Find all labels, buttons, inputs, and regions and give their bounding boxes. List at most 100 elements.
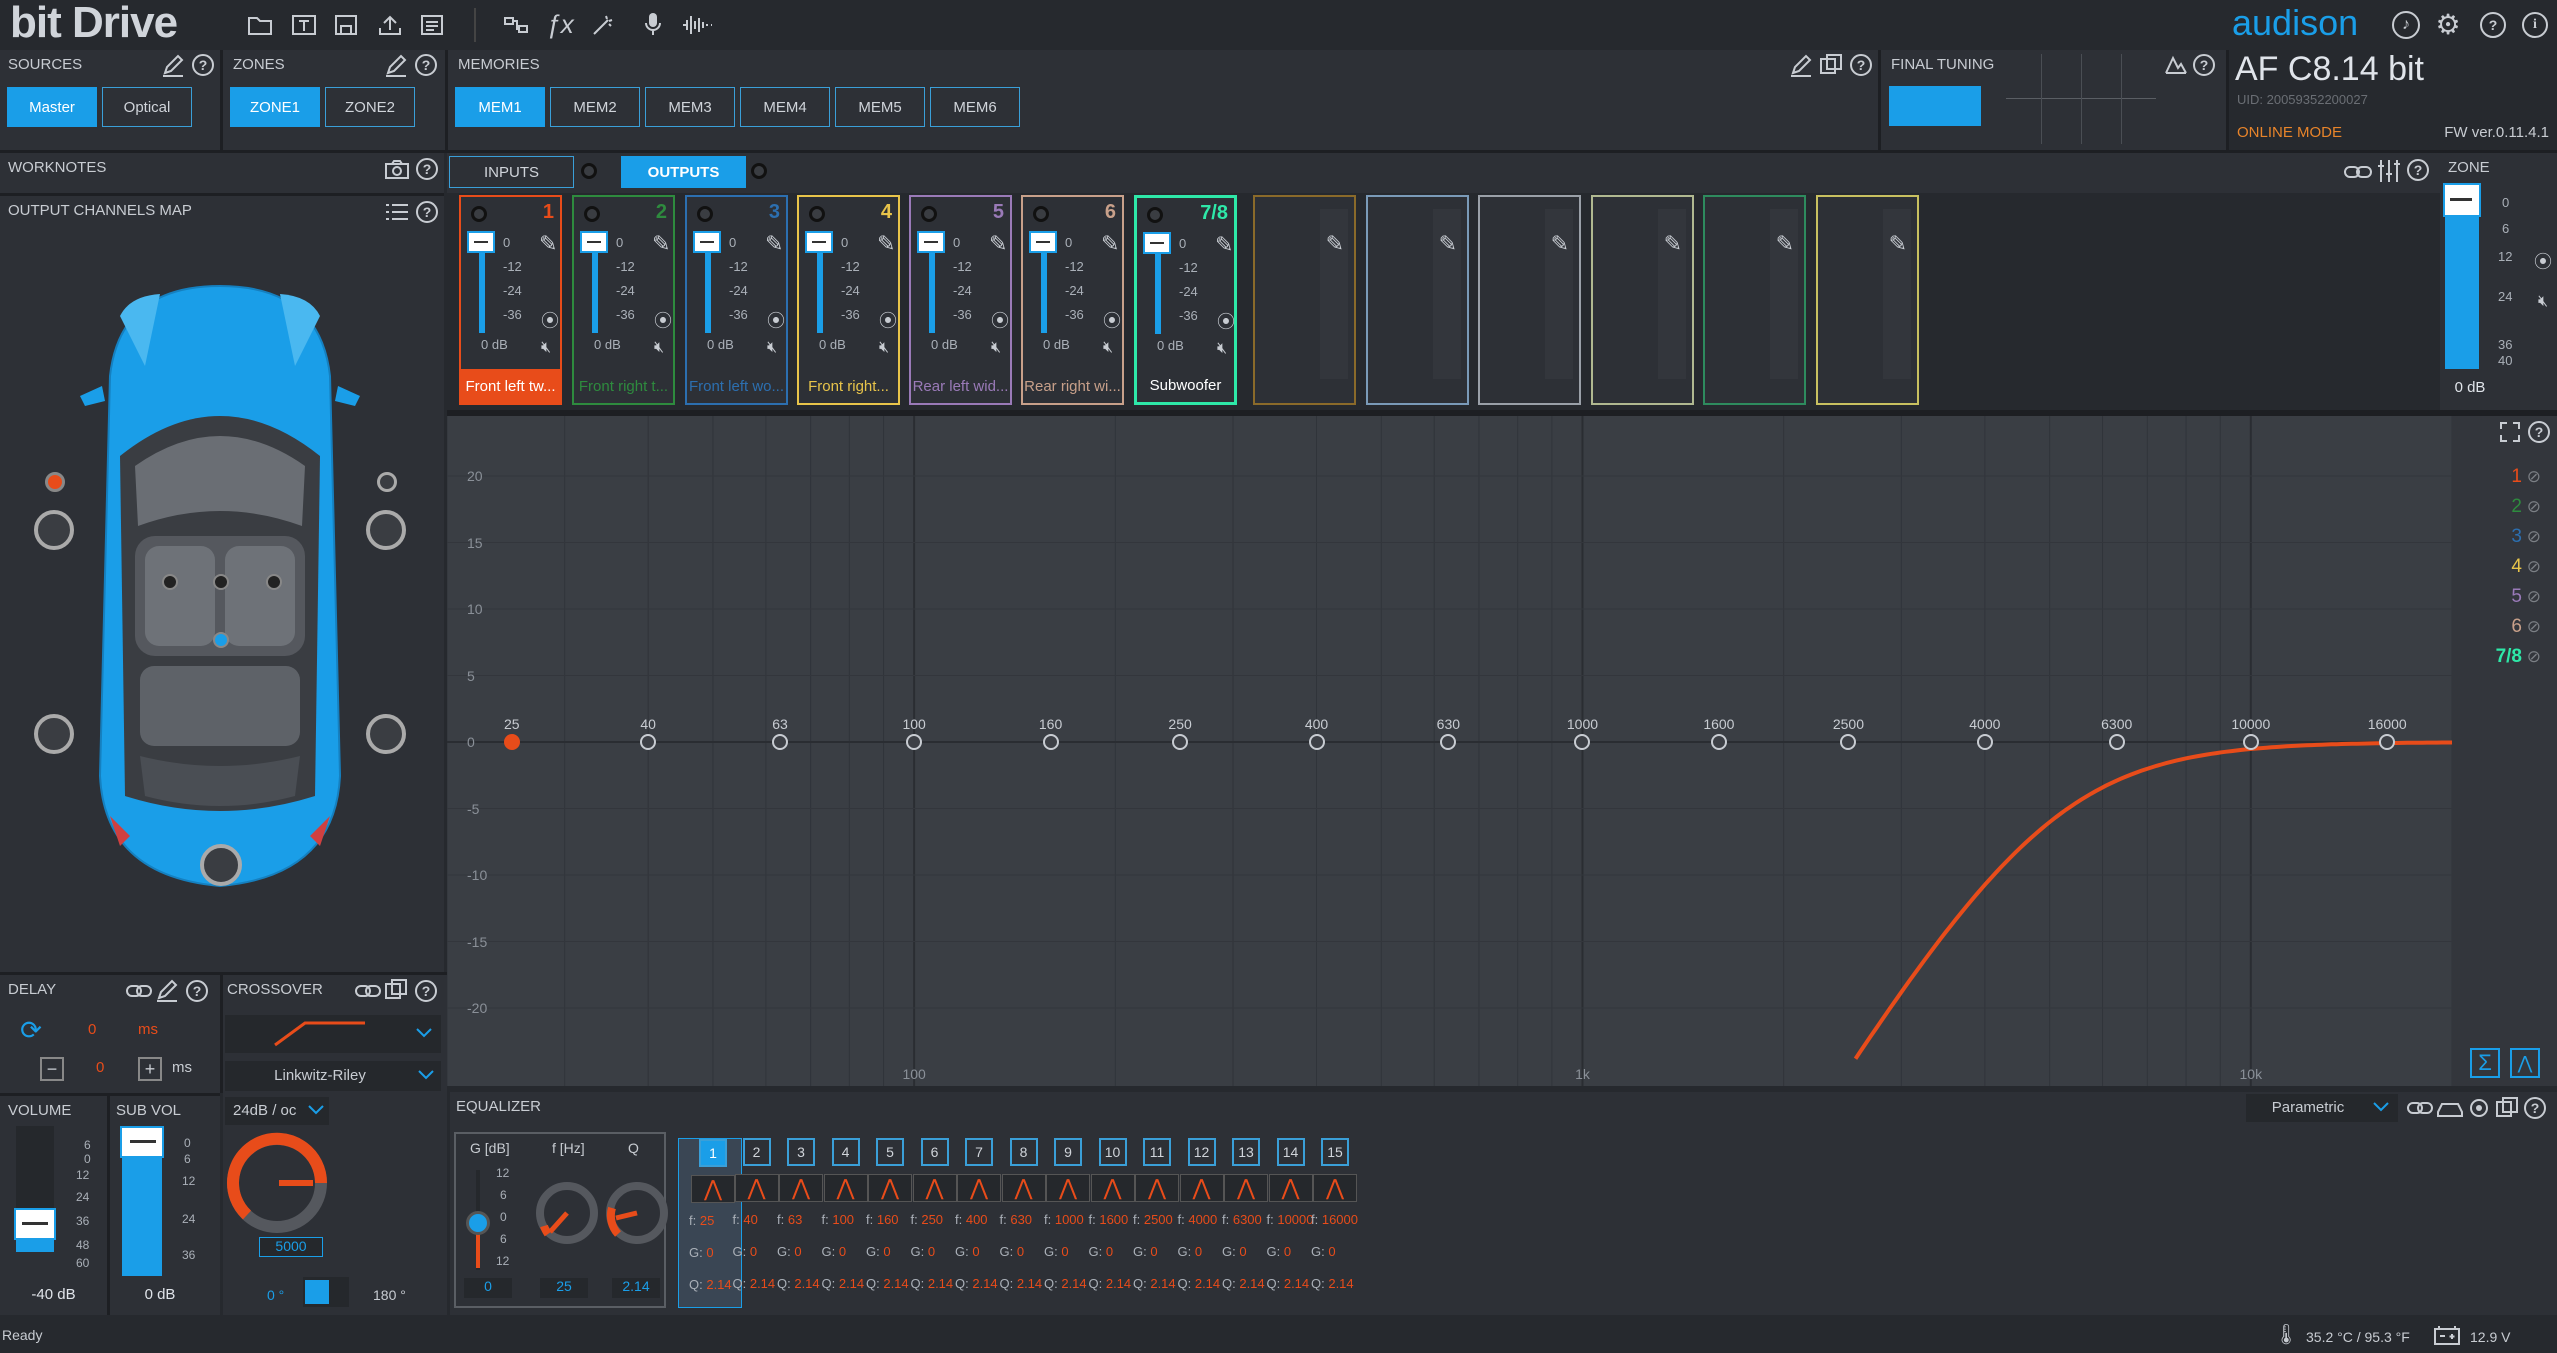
eq-band-point[interactable] xyxy=(2108,734,2125,750)
eq-band-point[interactable] xyxy=(906,734,923,750)
channel-strip-5[interactable]: 5 0 -12 -24 -36 ✎ ⦿ 0 dB 🔇︎ Rear left wi… xyxy=(909,195,1012,405)
edit-icon[interactable]: ✎ xyxy=(1664,231,1682,257)
channel-fader[interactable] xyxy=(467,231,495,253)
eq-band-point[interactable] xyxy=(772,734,789,750)
listen-icon[interactable]: ⦿ xyxy=(991,307,1009,333)
edit-icon[interactable]: ✎ xyxy=(539,231,557,257)
channel-fader[interactable] xyxy=(1029,231,1057,253)
legend-item[interactable]: 3 ⊘ xyxy=(2488,526,2552,548)
help-icon[interactable]: ? xyxy=(415,980,437,1002)
legend-item[interactable]: 1 ⊘ xyxy=(2488,466,2552,488)
eye-hidden-icon[interactable]: ⊘ xyxy=(2522,557,2541,576)
delay-increment-button[interactable]: + xyxy=(138,1057,162,1081)
mute-icon[interactable]: 🔇︎ xyxy=(1103,339,1113,357)
legend-item[interactable]: 7/8 ⊘ xyxy=(2488,646,2552,668)
channel-fader[interactable] xyxy=(693,231,721,253)
waveform-icon[interactable] xyxy=(680,12,714,38)
document-icon[interactable] xyxy=(418,12,446,38)
gear-icon[interactable]: ⚙ xyxy=(2434,11,2462,39)
channel-knob[interactable] xyxy=(1147,207,1163,223)
phase-toggle[interactable] xyxy=(303,1277,349,1307)
edit-icon[interactable]: ✎ xyxy=(1439,231,1457,257)
listening-position-dot[interactable] xyxy=(213,632,229,648)
edit-icon[interactable]: ✎ xyxy=(765,231,783,257)
center-speaker-dot[interactable] xyxy=(162,574,178,590)
eq-band-number[interactable]: 15 xyxy=(1321,1138,1349,1166)
frequency-response-graph[interactable] xyxy=(447,416,2452,1086)
copy-icon[interactable] xyxy=(1818,52,1844,78)
channel-knob[interactable] xyxy=(809,206,825,222)
eq-band-point[interactable] xyxy=(2379,734,2396,750)
mixer-icon[interactable] xyxy=(2375,157,2403,185)
channel-knob[interactable] xyxy=(471,206,487,222)
edit-icon[interactable] xyxy=(160,52,186,78)
eq-band-point[interactable] xyxy=(640,734,657,750)
edit-icon[interactable] xyxy=(154,977,180,1003)
channel-name[interactable]: Rear left wid... xyxy=(911,369,1010,403)
inputs-tab[interactable]: INPUTS xyxy=(449,156,574,188)
edit-icon[interactable]: ✎ xyxy=(1551,231,1569,257)
speaker-ch5-rear[interactable] xyxy=(34,714,74,754)
source-optical-button[interactable]: Optical xyxy=(102,87,192,127)
eq-q-value[interactable]: 2.14 xyxy=(612,1278,660,1298)
filter-type-select[interactable] xyxy=(225,1015,441,1053)
channel-strip-2[interactable]: 2 0 -12 -24 -36 ✎ ⦿ 0 dB 🔇︎ Front right … xyxy=(572,195,675,405)
eq-gain-value[interactable]: 0 xyxy=(464,1278,512,1298)
magic-wand-icon[interactable] xyxy=(590,12,618,38)
mute-icon[interactable]: 🔇︎ xyxy=(541,339,551,357)
channel-fader[interactable] xyxy=(1143,232,1171,254)
mute-icon[interactable]: 🔇︎ xyxy=(991,339,1001,357)
channel-strip-1[interactable]: 1 0 -12 -24 -36 ✎ ⦿ 0 dB 🔇︎ Front left t… xyxy=(459,195,562,405)
eq-band-point[interactable] xyxy=(1440,734,1457,750)
channel-knob[interactable] xyxy=(697,206,713,222)
edit-icon[interactable]: ✎ xyxy=(989,231,1007,257)
outputs-tab[interactable]: OUTPUTS xyxy=(621,156,746,188)
eye-hidden-icon[interactable]: ⊘ xyxy=(2522,527,2541,546)
listen-icon[interactable]: ⦿ xyxy=(541,307,559,333)
speaker-ch6-rear[interactable] xyxy=(366,714,406,754)
eq-band-point[interactable] xyxy=(1710,734,1727,750)
graph-icon[interactable] xyxy=(2163,52,2189,78)
eq-gain-slider[interactable] xyxy=(466,1211,490,1235)
speaker-ch2-dot[interactable] xyxy=(377,472,397,492)
eq-band-point[interactable] xyxy=(1840,734,1857,750)
empty-channel-slot[interactable]: ✎ xyxy=(1253,195,1356,405)
listen-icon[interactable]: ⦿ xyxy=(1217,308,1235,334)
help-icon[interactable]: ? xyxy=(415,54,437,76)
empty-channel-slot[interactable]: ✎ xyxy=(1591,195,1694,405)
link-icon[interactable] xyxy=(2343,159,2373,185)
eq-band-point[interactable] xyxy=(1042,734,1059,750)
eye-hidden-icon[interactable]: ⊘ xyxy=(2522,587,2541,606)
link-icon[interactable] xyxy=(353,979,383,1003)
help-icon[interactable]: ? xyxy=(416,158,438,180)
center-speaker-dot[interactable] xyxy=(213,574,229,590)
info-icon[interactable]: i xyxy=(2522,12,2548,38)
eye-hidden-icon[interactable]: ⊘ xyxy=(2522,497,2541,516)
mem5-button[interactable]: MEM5 xyxy=(835,87,925,127)
microphone-icon[interactable] xyxy=(640,10,666,38)
eq-band-point[interactable] xyxy=(1574,734,1591,750)
function-icon[interactable]: ƒx xyxy=(546,10,574,38)
copy-icon[interactable] xyxy=(383,977,409,1003)
upload-icon[interactable] xyxy=(376,12,404,38)
list-icon[interactable] xyxy=(384,200,410,224)
center-speaker-dot[interactable] xyxy=(266,574,282,590)
help-icon[interactable]: ? xyxy=(192,54,214,76)
channel-name[interactable]: Front right... xyxy=(799,369,898,403)
outputs-link-knob[interactable] xyxy=(751,163,767,179)
listen-icon[interactable]: ⦿ xyxy=(654,307,672,333)
edit-icon[interactable]: ✎ xyxy=(1215,232,1233,258)
music-note-icon[interactable]: ♪ xyxy=(2392,11,2420,39)
channel-knob[interactable] xyxy=(1033,206,1049,222)
filter-topology-select[interactable]: Linkwitz-Riley xyxy=(225,1061,441,1091)
mem3-button[interactable]: MEM3 xyxy=(645,87,735,127)
listen-icon[interactable]: ⦿ xyxy=(2532,251,2554,273)
edit-icon[interactable] xyxy=(1788,52,1814,78)
eq-frequency-knob[interactable] xyxy=(532,1178,602,1248)
channel-fader[interactable] xyxy=(805,231,833,253)
mute-icon[interactable]: 🔇︎ xyxy=(879,339,889,357)
link-icon[interactable] xyxy=(2406,1096,2434,1120)
edit-icon[interactable] xyxy=(383,52,409,78)
edit-icon[interactable]: ✎ xyxy=(1889,231,1907,257)
slope-select[interactable]: 24dB / oc xyxy=(225,1097,329,1125)
